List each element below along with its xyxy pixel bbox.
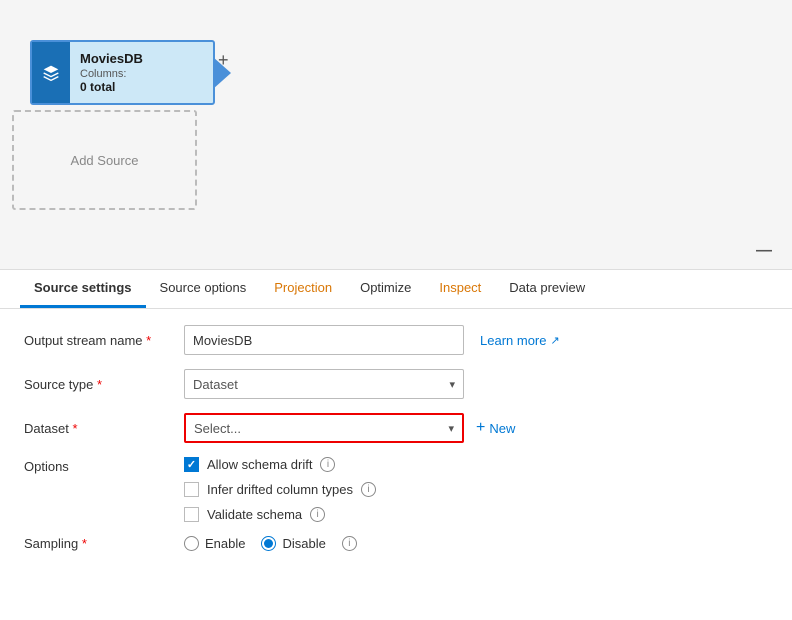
tab-source-settings[interactable]: Source settings [20,270,146,308]
allow-schema-drift-row: Allow schema drift i [184,457,376,472]
node-count: 0 total [80,80,143,94]
dataset-row: Dataset * Select... ▾ + New [24,413,768,443]
minimize-button[interactable]: — [756,243,772,259]
tab-projection[interactable]: Projection [260,270,346,308]
validate-schema-label: Validate schema [207,507,302,522]
tab-optimize[interactable]: Optimize [346,270,425,308]
canvas-area: MoviesDB Columns: 0 total + Add Source — [0,0,792,270]
tab-data-preview[interactable]: Data preview [495,270,599,308]
validate-schema-info-icon[interactable]: i [310,507,325,522]
learn-more-link[interactable]: Learn more ↗ [480,333,560,348]
sampling-disable-option[interactable]: Disable [261,536,325,551]
required-indicator-4: * [82,536,87,551]
new-button-plus-icon: + [476,419,485,437]
options-section: Options Allow schema drift i Infer drift… [24,457,768,522]
node-subtitle: Columns: [80,68,143,80]
output-stream-name-input[interactable] [184,325,464,355]
movies-db-node[interactable]: MoviesDB Columns: 0 total [30,40,215,105]
infer-drifted-row: Infer drifted column types i [184,482,376,497]
external-link-icon: ↗ [550,334,559,347]
dataset-chevron-icon: ▾ [448,422,454,435]
sampling-enable-label: Enable [205,536,245,551]
infer-drifted-info-icon[interactable]: i [361,482,376,497]
node-title: MoviesDB [80,51,143,66]
infer-drifted-checkbox[interactable] [184,482,199,497]
required-indicator-3: * [72,421,77,436]
dataset-label: Dataset * [24,421,184,436]
source-type-value: Dataset [193,377,449,392]
tab-source-options[interactable]: Source options [146,270,261,308]
sampling-info-icon[interactable]: i [342,536,357,551]
sampling-section: Sampling * Enable Disable i [24,536,768,551]
required-indicator-2: * [97,377,102,392]
allow-schema-drift-label: Allow schema drift [207,457,312,472]
sampling-radio-group: Enable Disable i [184,536,357,551]
sampling-disable-label: Disable [282,536,325,551]
tabs-container: Source settings Source options Projectio… [0,270,792,309]
source-type-row: Source type * Dataset ▾ [24,369,768,399]
source-type-chevron-icon: ▾ [449,378,455,391]
sampling-enable-option[interactable]: Enable [184,536,245,551]
node-info: MoviesDB Columns: 0 total [70,42,153,103]
output-stream-name-row: Output stream name * Learn more ↗ [24,325,768,355]
form-area: Output stream name * Learn more ↗ Source… [0,309,792,581]
output-stream-name-label: Output stream name * [24,333,184,348]
sampling-disable-radio[interactable] [261,536,276,551]
add-connection-button[interactable]: + [218,50,229,71]
sampling-enable-radio[interactable] [184,536,199,551]
required-indicator: * [146,333,151,348]
dataset-placeholder: Select... [194,421,448,436]
source-type-dropdown[interactable]: Dataset ▾ [184,369,464,399]
infer-drifted-label: Infer drifted column types [207,482,353,497]
node-icon [32,42,70,103]
allow-schema-drift-info-icon[interactable]: i [320,457,335,472]
source-type-label: Source type * [24,377,184,392]
add-source-box[interactable]: Add Source [12,110,197,210]
options-content: Allow schema drift i Infer drifted colum… [184,457,376,522]
dataset-dropdown[interactable]: Select... ▾ [184,413,464,443]
new-dataset-button[interactable]: + New [476,419,515,437]
sampling-label: Sampling * [24,536,184,551]
validate-schema-checkbox[interactable] [184,507,199,522]
add-source-label: Add Source [71,153,139,168]
options-label: Options [24,457,184,522]
allow-schema-drift-checkbox[interactable] [184,457,199,472]
validate-schema-row: Validate schema i [184,507,376,522]
tab-inspect[interactable]: Inspect [425,270,495,308]
output-stream-name-control [184,325,464,355]
